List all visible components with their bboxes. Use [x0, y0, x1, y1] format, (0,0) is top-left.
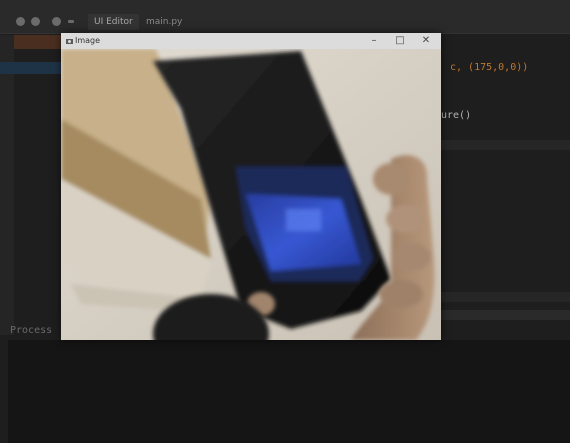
webcam-image [61, 49, 441, 340]
close-button[interactable]: ✕ [415, 33, 437, 49]
ide-separator-icon [68, 20, 74, 23]
window-titlebar[interactable]: Image – □ ✕ [61, 33, 441, 49]
ide-code-row [440, 292, 570, 302]
webcam-video-frame [61, 49, 441, 340]
minimize-button[interactable]: – [363, 33, 385, 49]
maximize-button[interactable]: □ [389, 33, 411, 49]
ide-back-icon[interactable] [16, 17, 25, 26]
ide-terminal-panel[interactable] [8, 340, 570, 443]
ide-code-row [440, 140, 570, 150]
window-title: Image [75, 36, 101, 45]
ide-tab-editor[interactable]: UI Editor [88, 14, 139, 30]
ide-code-line: ure() [441, 110, 472, 121]
ide-code-line: c, (175,0,0)) [450, 62, 529, 73]
ide-code-row [440, 310, 570, 320]
app-icon [66, 39, 73, 44]
ide-tab-main[interactable]: main.py [140, 14, 188, 30]
ide-forward-icon[interactable] [31, 17, 40, 26]
ide-tab-bar: UI Editor main.py [0, 0, 570, 34]
video-window[interactable]: Image – □ ✕ [61, 33, 441, 340]
ide-sidebar [0, 35, 14, 335]
ide-code-line: Process [10, 325, 53, 336]
ide-run-icon[interactable] [52, 17, 61, 26]
ide-selected-file[interactable] [0, 62, 62, 74]
